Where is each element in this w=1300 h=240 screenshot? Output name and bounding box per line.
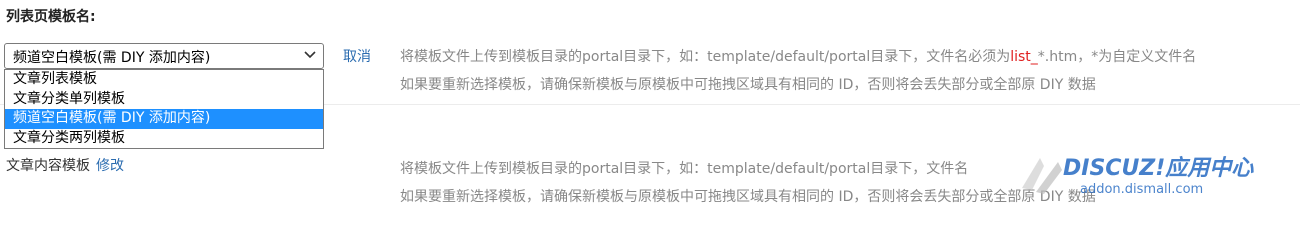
list-template-select[interactable]: 频道空白模板(需 DIY 添加内容) [4,43,324,69]
hint-upload-line-2: 将模板文件上传到模板目录的portal目录下，如：template/defaul… [400,161,969,177]
hint-upload-line: 将模板文件上传到模板目录的portal目录下，如：template/defaul… [400,46,1196,66]
section-title: 列表页模板名: [6,9,96,25]
content-template-row: 文章内容模板 修改 [6,155,124,175]
hint-text: *.htm，*为自定义文件名 [1037,49,1197,65]
discuz-logo-icon [1022,158,1062,194]
watermark-url: addon.dismall.com [1080,182,1204,197]
hint-reselect-line-2: 如果要重新选择模板，请确保新模板与原模板中可拖拽区域具有相同的 ID，否则将会丢… [400,189,1096,205]
edit-link[interactable]: 修改 [96,158,124,174]
select-value: 频道空白模板(需 DIY 添加内容) [13,50,211,66]
filename-prefix: list_ [1010,49,1038,65]
dropdown-option[interactable]: 文章分类单列模板 [5,90,323,110]
dropdown-option[interactable]: 文章分类两列模板 [5,129,323,149]
dropdown-option[interactable]: 文章列表模板 [5,70,323,90]
dropdown-option-selected[interactable]: 频道空白模板(需 DIY 添加内容) [5,109,323,129]
content-template-label: 文章内容模板 [6,158,90,174]
hint-text: 将模板文件上传到模板目录的portal目录下，如：template/defaul… [400,49,1011,65]
cancel-link[interactable]: 取消 [343,46,371,66]
template-dropdown-list[interactable]: 文章列表模板 文章分类单列模板 频道空白模板(需 DIY 添加内容) 文章分类两… [4,69,324,149]
watermark: DISCUZ!应用中心 addon.dismall.com [1018,150,1298,210]
chevron-down-icon [304,51,316,59]
watermark-brand: DISCUZ!应用中心 [1063,156,1254,181]
hint-reselect-line: 如果要重新选择模板，请确保新模板与原模板中可拖拽区域具有相同的 ID，否则将会丢… [400,77,1096,93]
